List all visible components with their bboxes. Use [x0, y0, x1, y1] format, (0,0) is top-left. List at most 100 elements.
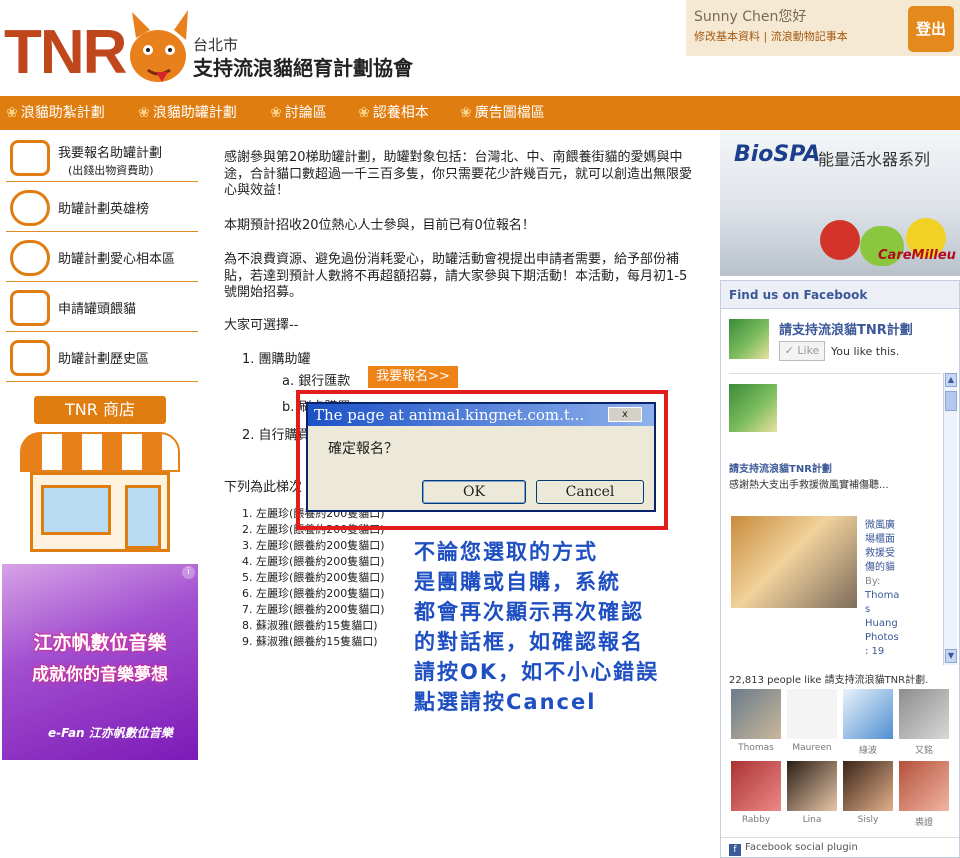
fan-name[interactable]: Maureen [784, 743, 840, 753]
fan-name[interactable]: Thomas [728, 743, 784, 753]
photo-caption[interactable]: 救援受 [865, 544, 895, 559]
fan-avatar[interactable] [843, 761, 893, 811]
user-greeting: Sunny Chen您好 [694, 9, 807, 25]
paw-icon: ❀ [138, 105, 150, 121]
sidebar-item-hero-board[interactable]: 助罐計劃英雄榜 [6, 184, 198, 232]
fan-avatar[interactable] [899, 761, 949, 811]
photo-author[interactable]: s [865, 604, 870, 615]
photo-caption[interactable]: 傷的貓 [865, 558, 895, 573]
paw-icon: ❀ [270, 105, 282, 121]
fan-name[interactable]: 裘證 [896, 815, 952, 828]
list-item: 8. 蘇淑雅(餵養約15隻貓口) [242, 619, 378, 632]
facebook-plugin-footer[interactable]: f Facebook social plugin [721, 837, 959, 857]
nav-item-can-plan[interactable]: ❀ 浪貓助罐計劃 [138, 96, 237, 130]
intro-text: 感謝參與第20梯助罐計劃，助罐對象包括：台灣北、中、南餵養街貓的愛媽與中途，合計… [224, 150, 693, 198]
facebook-header: Find us on Facebook [721, 281, 959, 309]
cat-face-icon [10, 290, 50, 326]
shop-window [41, 485, 111, 535]
cat-photo[interactable] [731, 516, 857, 608]
fan-name[interactable]: 又銘 [896, 743, 952, 756]
music-ad-banner[interactable]: i 江亦帆數位音樂 成就你的音樂夢想 e-Fan 江亦帆數位音樂 [2, 564, 198, 760]
fan-avatar[interactable] [787, 689, 837, 739]
biospa-tagline: 能量活水器系列 [818, 150, 931, 169]
tnr-shop-banner[interactable]: TNR 商店 [20, 396, 180, 556]
facebook-widget: Find us on Facebook 請支持流浪貓TNR計劃 ✓ Like Y… [720, 280, 960, 858]
page-thumbnail[interactable] [729, 319, 769, 359]
tnr-logo[interactable]: TNR [4, 18, 127, 88]
ok-button[interactable]: OK [422, 480, 526, 504]
fan-name[interactable]: Sisly [840, 815, 896, 825]
cancel-button[interactable]: Cancel [536, 480, 644, 504]
fan-avatar[interactable] [731, 761, 781, 811]
paw-icon: ❀ [358, 105, 370, 121]
paw-badge-icon [10, 240, 50, 276]
logout-button[interactable]: 登出 [908, 6, 954, 52]
annotation-line: 請按OK，如不小心錯誤 [414, 660, 660, 684]
photo-count[interactable]: Photos [865, 632, 899, 643]
fan-avatar[interactable] [843, 689, 893, 739]
list-item: 7. 左麗珍(餵養約200隻貓口) [242, 603, 385, 616]
signup-button[interactable]: 我要報名>> [368, 366, 458, 388]
nav-item-adoption-album[interactable]: ❀ 認養相本 [358, 96, 429, 130]
quota-text: 本期預計招收20位熱心人士參與，目前已有0位報名！ [224, 218, 535, 233]
sidebar-item-signup[interactable]: 我要報名助罐計劃 (出錢出物資費助) [6, 134, 198, 182]
option-bank-transfer: a. 銀行匯款 [282, 374, 351, 389]
list-item: 9. 蘇淑雅(餵養約15隻貓口) [242, 635, 378, 648]
animal-diary-link[interactable]: 流浪動物記事本 [771, 30, 848, 43]
ad-slogan: 成就你的音樂夢想 [32, 665, 168, 685]
nav-item-forum[interactable]: ❀ 討論區 [270, 96, 327, 130]
fan-name[interactable]: Rabby [728, 815, 784, 825]
cat-logo-icon [130, 10, 188, 82]
fan-count: 22,813 people like 請支持流浪貓TNR計劃. [729, 675, 929, 686]
annotation-line: 的對話框，如確認報名 [414, 630, 644, 654]
photo-author[interactable]: Huang [865, 618, 898, 629]
list-item: 6. 左麗珍(餵養約200隻貓口) [242, 587, 385, 600]
sidebar-item-history[interactable]: 助罐計劃歷史區 [6, 334, 198, 382]
you-like-text: You like this. [831, 345, 900, 358]
dialog-title: The page at animal.kingnet.com.t... [308, 404, 654, 426]
shop-building [30, 472, 170, 552]
close-icon[interactable]: x [608, 407, 642, 422]
scroll-down-icon[interactable]: ▼ [945, 649, 957, 663]
nav-item-tnr-plan[interactable]: ❀ 浪貓助紮計劃 [6, 96, 105, 130]
edit-profile-link[interactable]: 修改基本資料 [694, 30, 760, 43]
biospa-ad-banner[interactable]: BioSPA 能量活水器系列 CareMilleu [720, 130, 960, 276]
fan-avatar[interactable] [731, 689, 781, 739]
site-header: TNR 台北市 支持流浪貓絕育計劃協會 Sunny Chen您好 修改基本資料 … [0, 0, 960, 96]
fan-name[interactable]: 綠波 [840, 743, 896, 756]
fan-name[interactable]: Lina [784, 815, 840, 825]
like-button[interactable]: ✓ Like [779, 341, 825, 361]
stream-scrollbar[interactable]: ▲ ▼ [943, 373, 957, 665]
facebook-icon: f [729, 844, 741, 856]
info-icon[interactable]: i [182, 566, 195, 579]
scroll-up-icon[interactable]: ▲ [945, 373, 957, 387]
sidebar-item-love-album[interactable]: 助罐計劃愛心相本區 [6, 234, 198, 282]
stream-title[interactable]: 請支持流浪貓TNR計劃 [729, 460, 832, 475]
photo-by: By: [865, 576, 881, 587]
trophy-icon [10, 190, 50, 226]
annotation-line: 是團購或自購，系統 [414, 570, 621, 594]
caremilleu-logo: CareMilleu [878, 248, 956, 263]
main-nav: ❀ 浪貓助紮計劃 ❀ 浪貓助罐計劃 ❀ 討論區 ❀ 認養相本 ❀ 廣告圖檔區 [0, 96, 960, 130]
annotation-line: 都會再次顯示再次確認 [414, 600, 644, 624]
paw-icon: ❀ [6, 105, 18, 121]
annotation-line: 不論您選取的方式 [414, 540, 598, 564]
shop-door [125, 485, 161, 549]
stream-thumbnail[interactable] [729, 384, 777, 432]
photo-author[interactable]: Thoma [865, 590, 899, 601]
nav-item-ad-images[interactable]: ❀ 廣告圖檔區 [460, 96, 545, 130]
scroll-thumb[interactable] [945, 391, 957, 411]
photo-caption[interactable]: 場櫃面 [865, 530, 895, 545]
photo-count[interactable]: : 19 [865, 646, 884, 657]
photo-caption[interactable]: 微風廣 [865, 516, 895, 531]
list-item: 3. 左麗珍(餵養約200隻貓口) [242, 539, 385, 552]
fan-avatar[interactable] [787, 761, 837, 811]
facebook-page-name[interactable]: 請支持流浪貓TNR計劃 [779, 319, 913, 338]
confirm-dialog: The page at animal.kingnet.com.t... x 確定… [306, 402, 656, 512]
fan-avatar[interactable] [899, 689, 949, 739]
left-sidebar: 我要報名助罐計劃 (出錢出物資費助) 助罐計劃英雄榜 助罐計劃愛心相本區 申請罐… [0, 130, 200, 858]
newspaper-icon [10, 340, 50, 376]
shop-sign: TNR 商店 [34, 396, 166, 424]
stream-text: 感謝熱大支出手救援微風實補傷聽... [729, 480, 889, 491]
sidebar-item-apply-cans[interactable]: 申請罐頭餵貓 [6, 284, 198, 332]
